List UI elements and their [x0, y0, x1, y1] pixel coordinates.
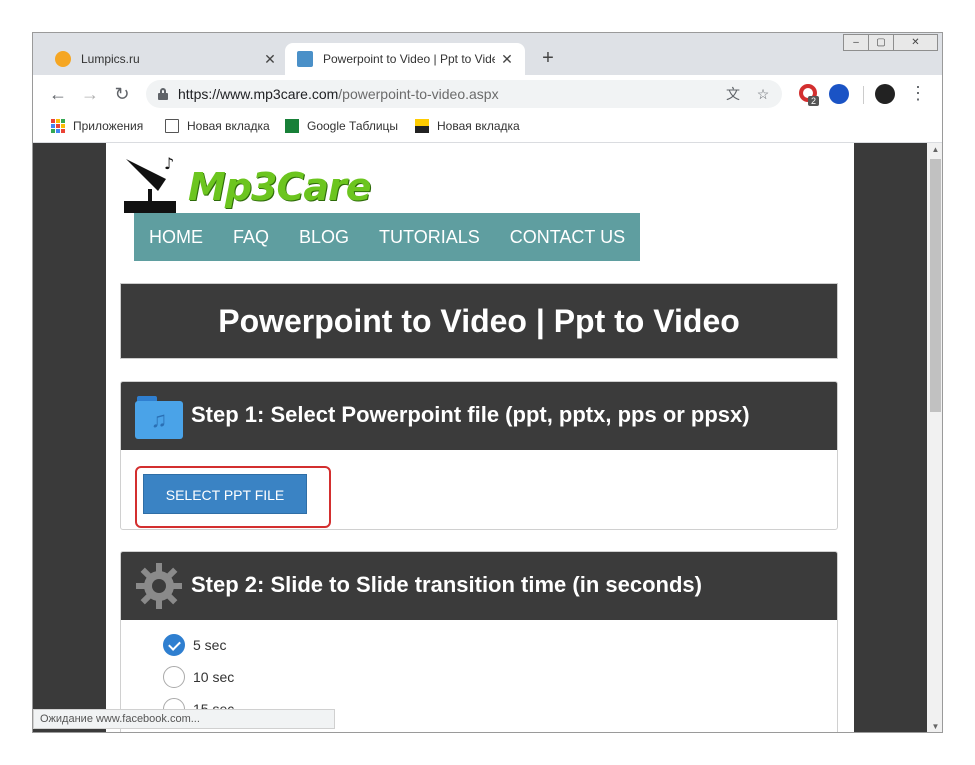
bookmark-new-tab-2[interactable]: Новая вкладка	[415, 119, 520, 133]
bookmark-google-sheets[interactable]: Google Таблицы	[285, 119, 398, 133]
svg-text:♪: ♪	[164, 154, 174, 173]
logo-text: Mp3Care	[188, 165, 371, 209]
radio-option-10sec[interactable]: 10 sec	[163, 666, 234, 688]
page-viewport: ♪ Mp3Care HOME FAQ BLOG TUTORIALS CONTAC…	[33, 143, 942, 732]
profile-avatar[interactable]	[875, 84, 895, 104]
browser-toolbar: ← → ↻ https://www.mp3care.com/powerpoint…	[33, 75, 942, 113]
star-bookmark-icon[interactable]: ☆	[754, 85, 772, 103]
tab-strip: Lumpics.ru ✕ Powerpoint to Video | Ppt t…	[33, 33, 942, 75]
vertical-scrollbar[interactable]: ▲ ▼	[927, 143, 942, 732]
forward-arrow-icon[interactable]: →	[79, 83, 101, 105]
minimize-button[interactable]: –	[843, 34, 869, 51]
bookmark-new-tab-1[interactable]: Новая вкладка	[165, 119, 270, 133]
radio-unchecked-icon[interactable]	[163, 666, 185, 688]
bookmark-apps[interactable]: Приложения	[51, 119, 143, 133]
reload-icon[interactable]: ↻	[111, 83, 133, 105]
select-ppt-file-button[interactable]: SELECT PPT FILE	[143, 474, 307, 514]
step2-panel: Step 2: Slide to Slide transition time (…	[120, 551, 838, 732]
extension-badge: 2	[808, 96, 820, 106]
mp3care-favicon-icon	[297, 51, 313, 67]
radio-label: 10 sec	[193, 669, 235, 685]
site-nav: HOME FAQ BLOG TUTORIALS CONTACT US	[134, 213, 641, 261]
browser-window: Lumpics.ru ✕ Powerpoint to Video | Ppt t…	[32, 32, 943, 733]
globe-extension-icon[interactable]	[829, 84, 849, 104]
bookmark-label: Google Таблицы	[307, 119, 399, 133]
page-title-panel: Powerpoint to Video | Ppt to Video	[120, 283, 838, 359]
bookmark-label: Новая вкладка	[437, 119, 520, 133]
gear-icon	[135, 562, 185, 610]
toolbar-separator	[863, 86, 864, 104]
close-window-button[interactable]: ✕	[893, 34, 938, 51]
page-title: Powerpoint to Video | Ppt to Video	[218, 303, 740, 339]
page-icon	[165, 119, 179, 133]
radio-checked-icon[interactable]	[163, 634, 185, 656]
apps-grid-icon	[51, 119, 65, 133]
translate-icon[interactable]: 文	[724, 85, 742, 103]
scroll-down-arrow-icon[interactable]: ▼	[927, 720, 942, 732]
tab-mp3care[interactable]: Powerpoint to Video | Ppt to Vide ✕	[285, 43, 525, 75]
address-bar[interactable]: https://www.mp3care.com/powerpoint-to-vi…	[146, 80, 782, 108]
sheets-icon	[285, 119, 299, 133]
url-text[interactable]: https://www.mp3care.com/powerpoint-to-vi…	[178, 86, 499, 102]
radio-label: 5 sec	[193, 637, 227, 653]
radio-option-5sec[interactable]: 5 sec	[163, 634, 226, 656]
image-icon	[415, 119, 429, 133]
back-arrow-icon[interactable]: ←	[47, 83, 69, 105]
maximize-button[interactable]: ▢	[868, 34, 894, 51]
menu-dots-icon[interactable]: ⋮	[909, 83, 927, 103]
step1-panel: ♫ Step 1: Select Powerpoint file (ppt, p…	[120, 381, 838, 530]
new-tab-button[interactable]: +	[536, 47, 560, 70]
site-logo[interactable]: ♪ Mp3Care	[118, 151, 378, 217]
nav-faq[interactable]: FAQ	[218, 213, 284, 261]
nav-home[interactable]: HOME	[134, 213, 218, 261]
step1-heading: Step 1: Select Powerpoint file (ppt, ppt…	[191, 402, 750, 427]
step1-header: ♫ Step 1: Select Powerpoint file (ppt, p…	[121, 382, 837, 450]
step2-header: Step 2: Slide to Slide transition time (…	[121, 552, 837, 620]
url-host: https://www.mp3care.com	[178, 86, 339, 102]
nav-contact-us[interactable]: CONTACT US	[495, 213, 640, 261]
bookmark-label: Приложения	[73, 119, 144, 133]
status-bubble: Ожидание www.facebook.com...	[33, 709, 335, 729]
orange-favicon-icon	[55, 51, 71, 67]
gramophone-icon: ♪	[124, 154, 176, 213]
url-path: /powerpoint-to-video.aspx	[338, 86, 499, 102]
lock-icon	[158, 88, 168, 100]
scroll-up-arrow-icon[interactable]: ▲	[927, 143, 942, 157]
tab-title: Powerpoint to Video | Ppt to Vide	[323, 52, 495, 66]
tab-lumpics[interactable]: Lumpics.ru ✕	[43, 43, 288, 75]
step2-heading: Step 2: Slide to Slide transition time (…	[191, 572, 702, 597]
music-folder-icon: ♫	[135, 392, 185, 440]
nav-tutorials[interactable]: TUTORIALS	[364, 213, 495, 261]
tab-title: Lumpics.ru	[81, 52, 140, 66]
window-controls: – ▢ ✕	[843, 34, 938, 51]
bookmark-label: Новая вкладка	[187, 119, 270, 133]
bookmarks-bar: Приложения Новая вкладка Google Таблицы …	[33, 113, 942, 143]
mp3care-page: ♪ Mp3Care HOME FAQ BLOG TUTORIALS CONTAC…	[106, 143, 854, 732]
scrollbar-thumb[interactable]	[930, 159, 941, 412]
close-tab-icon[interactable]: ✕	[258, 51, 282, 68]
close-tab-icon[interactable]: ✕	[495, 51, 519, 68]
nav-blog[interactable]: BLOG	[284, 213, 364, 261]
